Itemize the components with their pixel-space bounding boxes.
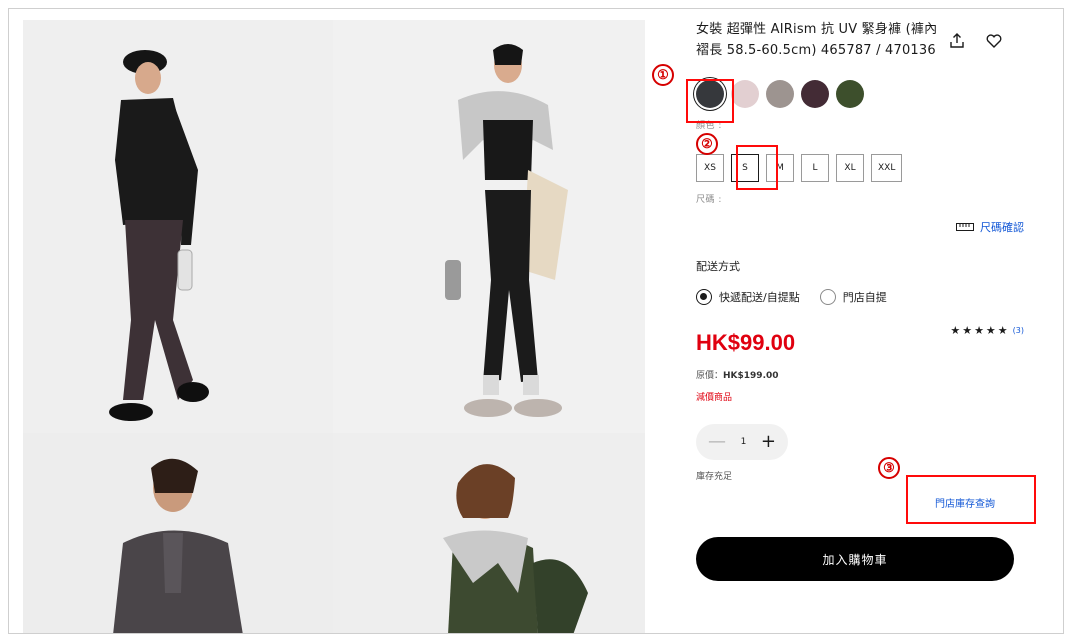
annotation-badge-2: ② xyxy=(696,133,718,155)
rating-count: (3) xyxy=(1012,326,1024,335)
delivery-option-store-pickup[interactable]: 門店自提 xyxy=(819,289,887,305)
original-price-label: 原價： xyxy=(696,371,724,381)
product-info-panel: 女裝 超彈性 AIRism 抗 UV 緊身褲 (褲內褶長 58.5-60.5cm… xyxy=(696,9,1056,633)
size-guide-label: 尺碼確認 xyxy=(980,221,1024,234)
delivery-options: 快遞配送/自提點 門店自提 xyxy=(696,289,887,305)
size-option-l[interactable]: L xyxy=(801,154,829,182)
color-swatch-pink[interactable] xyxy=(731,80,759,108)
size-options: XS S M L XL XXL xyxy=(696,154,903,182)
delivery-option-label: 門店自提 xyxy=(842,291,887,304)
size-guide-link[interactable]: 尺碼確認 xyxy=(956,219,1024,235)
size-label: 尺碼 : xyxy=(696,195,722,205)
radio-checked-icon xyxy=(696,289,712,305)
product-photo-2[interactable] xyxy=(333,20,645,433)
product-photo-1[interactable] xyxy=(23,20,333,433)
product-title: 女裝 超彈性 AIRism 抗 UV 緊身褲 (褲內褶長 58.5-60.5cm… xyxy=(696,22,938,58)
product-photo-3[interactable] xyxy=(23,433,333,633)
ruler-icon xyxy=(956,223,974,231)
annotation-badge-1: ① xyxy=(652,64,674,86)
delivery-title: 配送方式 xyxy=(696,260,740,273)
delivery-option-express[interactable]: 快遞配送/自提點 xyxy=(696,289,800,305)
quantity-increase-button[interactable]: + xyxy=(761,433,776,451)
size-option-xl[interactable]: XL xyxy=(836,154,864,182)
share-icon[interactable] xyxy=(947,31,967,51)
rating[interactable]: ★★★★★ (3) xyxy=(950,324,1024,337)
quantity-value: 1 xyxy=(740,437,747,447)
original-price-value: HK$199.00 xyxy=(723,371,779,381)
product-gallery xyxy=(23,20,645,633)
size-option-xs[interactable]: XS xyxy=(696,154,724,182)
annotation-box-1 xyxy=(686,79,734,123)
product-page: 女裝 超彈性 AIRism 抗 UV 緊身褲 (褲內褶長 58.5-60.5cm… xyxy=(8,8,1064,634)
stock-status: 庫存充足 xyxy=(696,472,733,482)
radio-unchecked-icon xyxy=(819,289,836,305)
delivery-option-label: 快遞配送/自提點 xyxy=(719,291,800,304)
sale-price: HK$99.00 xyxy=(696,330,796,355)
color-swatch-wine[interactable] xyxy=(801,80,829,108)
size-option-xxl[interactable]: XXL xyxy=(871,154,903,182)
quantity-stepper: — 1 + xyxy=(696,424,788,460)
quantity-decrease-button[interactable]: — xyxy=(708,433,726,451)
color-swatch-olive[interactable] xyxy=(836,80,864,108)
original-price: 原價：HK$199.00 xyxy=(696,368,779,381)
discount-label: 減價商品 xyxy=(696,393,733,403)
heart-icon[interactable] xyxy=(984,31,1004,51)
star-rating-icon: ★★★★★ xyxy=(950,324,1010,337)
annotation-box-3 xyxy=(906,475,1036,524)
add-to-cart-button[interactable]: 加入購物車 xyxy=(696,537,1014,581)
color-swatch-grey[interactable] xyxy=(766,80,794,108)
annotation-badge-3: ③ xyxy=(878,457,900,479)
annotation-box-2 xyxy=(736,145,778,190)
product-photo-4[interactable] xyxy=(333,433,645,633)
